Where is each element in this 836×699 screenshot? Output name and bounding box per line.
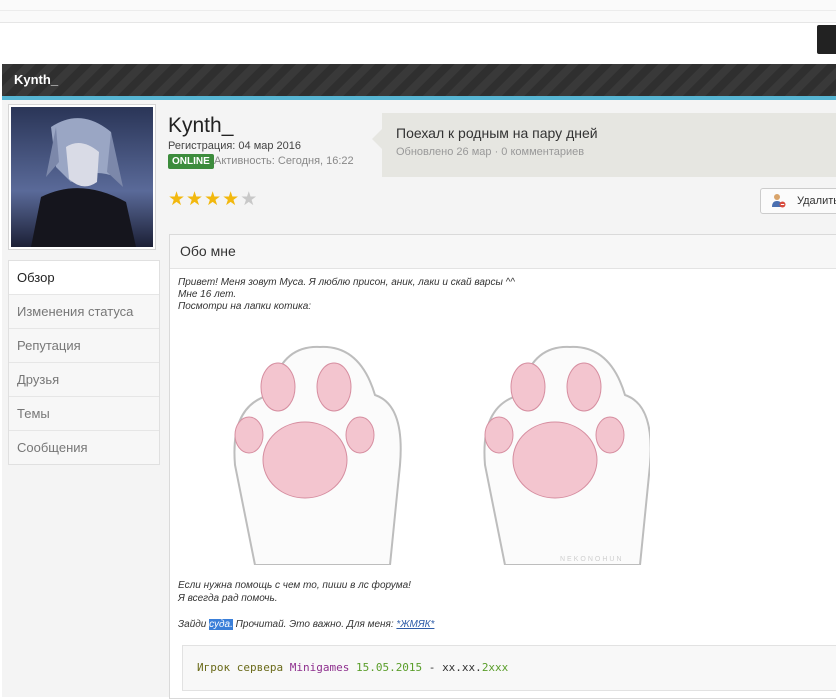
code-part-4: 15.05.2015 <box>355 661 423 674</box>
main-content: Kynth_ Регистрация: 04 мар 2016 ONLINE А… <box>160 104 836 699</box>
cat-paws-image: NEKONOHUN <box>233 345 650 565</box>
star-icon: ★ <box>168 189 186 210</box>
about-text: Привет! Меня зовут Муса. Я люблю присон,… <box>170 269 836 321</box>
tab-topics[interactable]: Темы <box>9 397 159 431</box>
code-part-1: Игрок сервера <box>197 661 290 674</box>
code-part-5: - <box>422 661 443 674</box>
registration-date: Регистрация: 04 мар 2016 <box>168 140 302 152</box>
left-column: Обзор Изменения статуса Репутация Друзья… <box>8 104 160 465</box>
about-title: Обо мне <box>170 235 836 269</box>
help-text: Если нужна помощь с чем то, пиши в лс фо… <box>178 579 411 605</box>
tab-messages[interactable]: Сообщения <box>9 431 159 464</box>
code-part-6: xx.xx. <box>442 661 482 674</box>
tab-reputation[interactable]: Репутация <box>9 329 159 363</box>
username: Kynth_ <box>168 114 234 137</box>
delete-button[interactable]: Удалить <box>760 188 836 214</box>
about-line-2: Мне 16 лет. <box>178 289 237 300</box>
status-box: Поехал к родным на пару дней Обновлено 2… <box>372 113 836 177</box>
last-activity: Активность: Сегодня, 16:22 <box>214 155 354 167</box>
code-part-3 <box>349 661 356 674</box>
code-line: Игрок сервера Minigames 15.05.2015 - xx.… <box>197 661 508 674</box>
status-meta: Обновлено 26 мар · 0 комментариев <box>396 146 585 158</box>
tab-status-changes[interactable]: Изменения статуса <box>9 295 159 329</box>
right-paw: NEKONOHUN <box>483 345 650 565</box>
star-icon: ★ <box>186 189 204 210</box>
browser-top-strip <box>0 0 836 23</box>
about-line-1: Привет! Меня зовут Муса. Я люблю присон,… <box>178 277 515 288</box>
visit-text: Зайди суда. Прочитай. Это важно. Для мен… <box>178 619 434 630</box>
top-corner-button[interactable] <box>817 25 836 54</box>
tab-overview[interactable]: Обзор <box>9 261 159 295</box>
visit-prefix: Зайди <box>178 619 210 630</box>
star-icon: ★ <box>240 189 258 210</box>
user-remove-icon <box>772 194 786 208</box>
star-icon: ★ <box>222 189 240 210</box>
status-text: Поехал к родным на пару дней <box>396 125 598 141</box>
code-part-7: 2xxx <box>481 661 509 674</box>
visit-link[interactable]: суда. <box>209 619 233 630</box>
online-badge: ONLINE <box>168 154 214 169</box>
tab-friends[interactable]: Друзья <box>9 363 159 397</box>
left-paw <box>233 345 402 565</box>
about-section: Обо мне Привет! Меня зовут Муса. Я люблю… <box>169 234 836 699</box>
profile-page: Kynth_ Обзор Изменения статуса Репутация… <box>2 64 836 699</box>
code-block: Игрок сервера Minigames 15.05.2015 - xx.… <box>182 645 836 691</box>
rating-stars: ★ ★ ★ ★ ★ <box>168 190 257 209</box>
star-icon: ★ <box>204 189 222 210</box>
profile-tabs: Обзор Изменения статуса Репутация Друзья… <box>8 260 160 465</box>
delete-button-label: Удалить <box>797 195 836 207</box>
profile-header-name: Kynth_ <box>14 72 59 87</box>
paw-watermark: NEKONOHUN <box>560 556 624 563</box>
profile-name-bar: Kynth_ <box>2 64 836 100</box>
avatar <box>8 104 156 250</box>
help-line-2: Я всегда рад помочь. <box>178 593 278 604</box>
help-line-1: Если нужна помощь с чем то, пиши в лс фо… <box>178 580 411 591</box>
about-line-3: Посмотри на лапки котика: <box>178 301 312 312</box>
visit-mid: Прочитай. Это важно. Для меня: <box>232 619 397 630</box>
code-part-2: Minigames <box>289 661 350 674</box>
zhmyak-link[interactable]: *ЖМЯК* <box>396 619 434 630</box>
